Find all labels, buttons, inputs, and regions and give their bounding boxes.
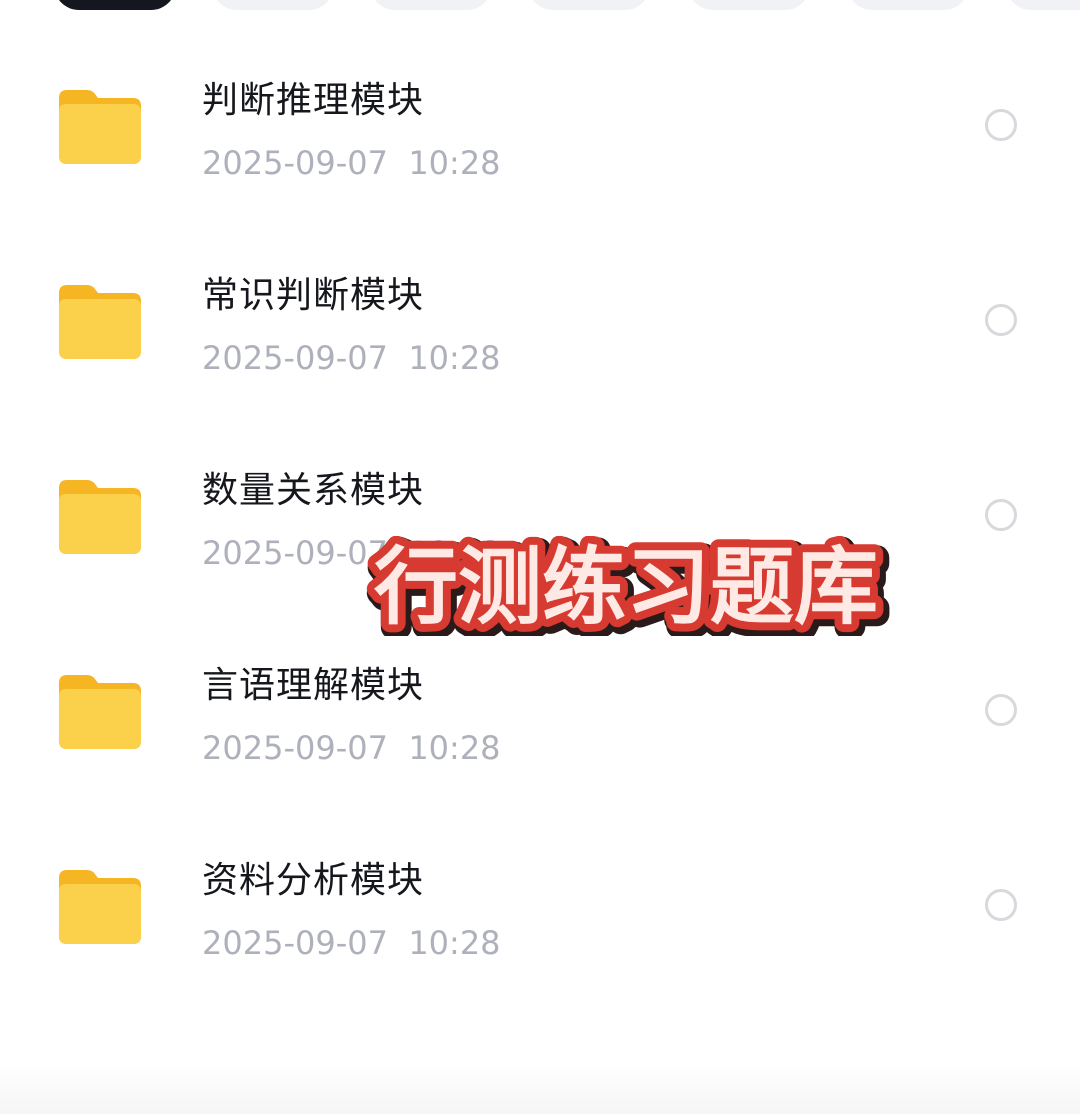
select-radio[interactable] xyxy=(985,889,1017,921)
file-date: 2025-09-07 10:28 xyxy=(202,729,501,767)
folder-icon xyxy=(59,480,141,554)
list-item[interactable]: 常识判断模块 2025-09-07 10:28 xyxy=(0,257,1080,452)
select-radio[interactable] xyxy=(985,499,1017,531)
overlay-title: 行测练习题库 行测练习题库 行测练习题库 xyxy=(352,536,900,636)
filter-tab[interactable] xyxy=(212,0,334,10)
bottom-bar xyxy=(0,1060,1080,1114)
filter-tab-bar xyxy=(0,0,1080,14)
folder-icon xyxy=(59,870,141,944)
file-name: 资料分析模块 xyxy=(202,860,425,901)
filter-tab[interactable] xyxy=(1006,0,1080,10)
filter-tab[interactable] xyxy=(370,0,492,10)
file-name: 常识判断模块 xyxy=(202,275,425,316)
file-date: 2025-09-07 10:28 xyxy=(202,144,501,182)
select-radio[interactable] xyxy=(985,109,1017,141)
list-item[interactable]: 资料分析模块 2025-09-07 10:28 xyxy=(0,842,1080,1037)
overlay-title-text: 行测练习题库 xyxy=(374,538,878,636)
list-item[interactable]: 言语理解模块 2025-09-07 10:28 xyxy=(0,647,1080,842)
filter-tab[interactable] xyxy=(688,0,810,10)
file-name: 判断推理模块 xyxy=(202,80,425,121)
select-radio[interactable] xyxy=(985,304,1017,336)
file-name: 言语理解模块 xyxy=(202,665,425,706)
folder-icon xyxy=(59,285,141,359)
select-radio[interactable] xyxy=(985,694,1017,726)
filter-tab-active[interactable] xyxy=(54,0,176,10)
filter-tab[interactable] xyxy=(847,0,969,10)
file-name: 数量关系模块 xyxy=(202,470,425,511)
list-item[interactable]: 判断推理模块 2025-09-07 10:28 xyxy=(0,62,1080,257)
folder-icon xyxy=(59,675,141,749)
file-date: 2025-09-07 10:28 xyxy=(202,339,501,377)
filter-tab[interactable] xyxy=(528,0,650,10)
file-date: 2025-09-07 10:28 xyxy=(202,924,501,962)
folder-icon xyxy=(59,90,141,164)
